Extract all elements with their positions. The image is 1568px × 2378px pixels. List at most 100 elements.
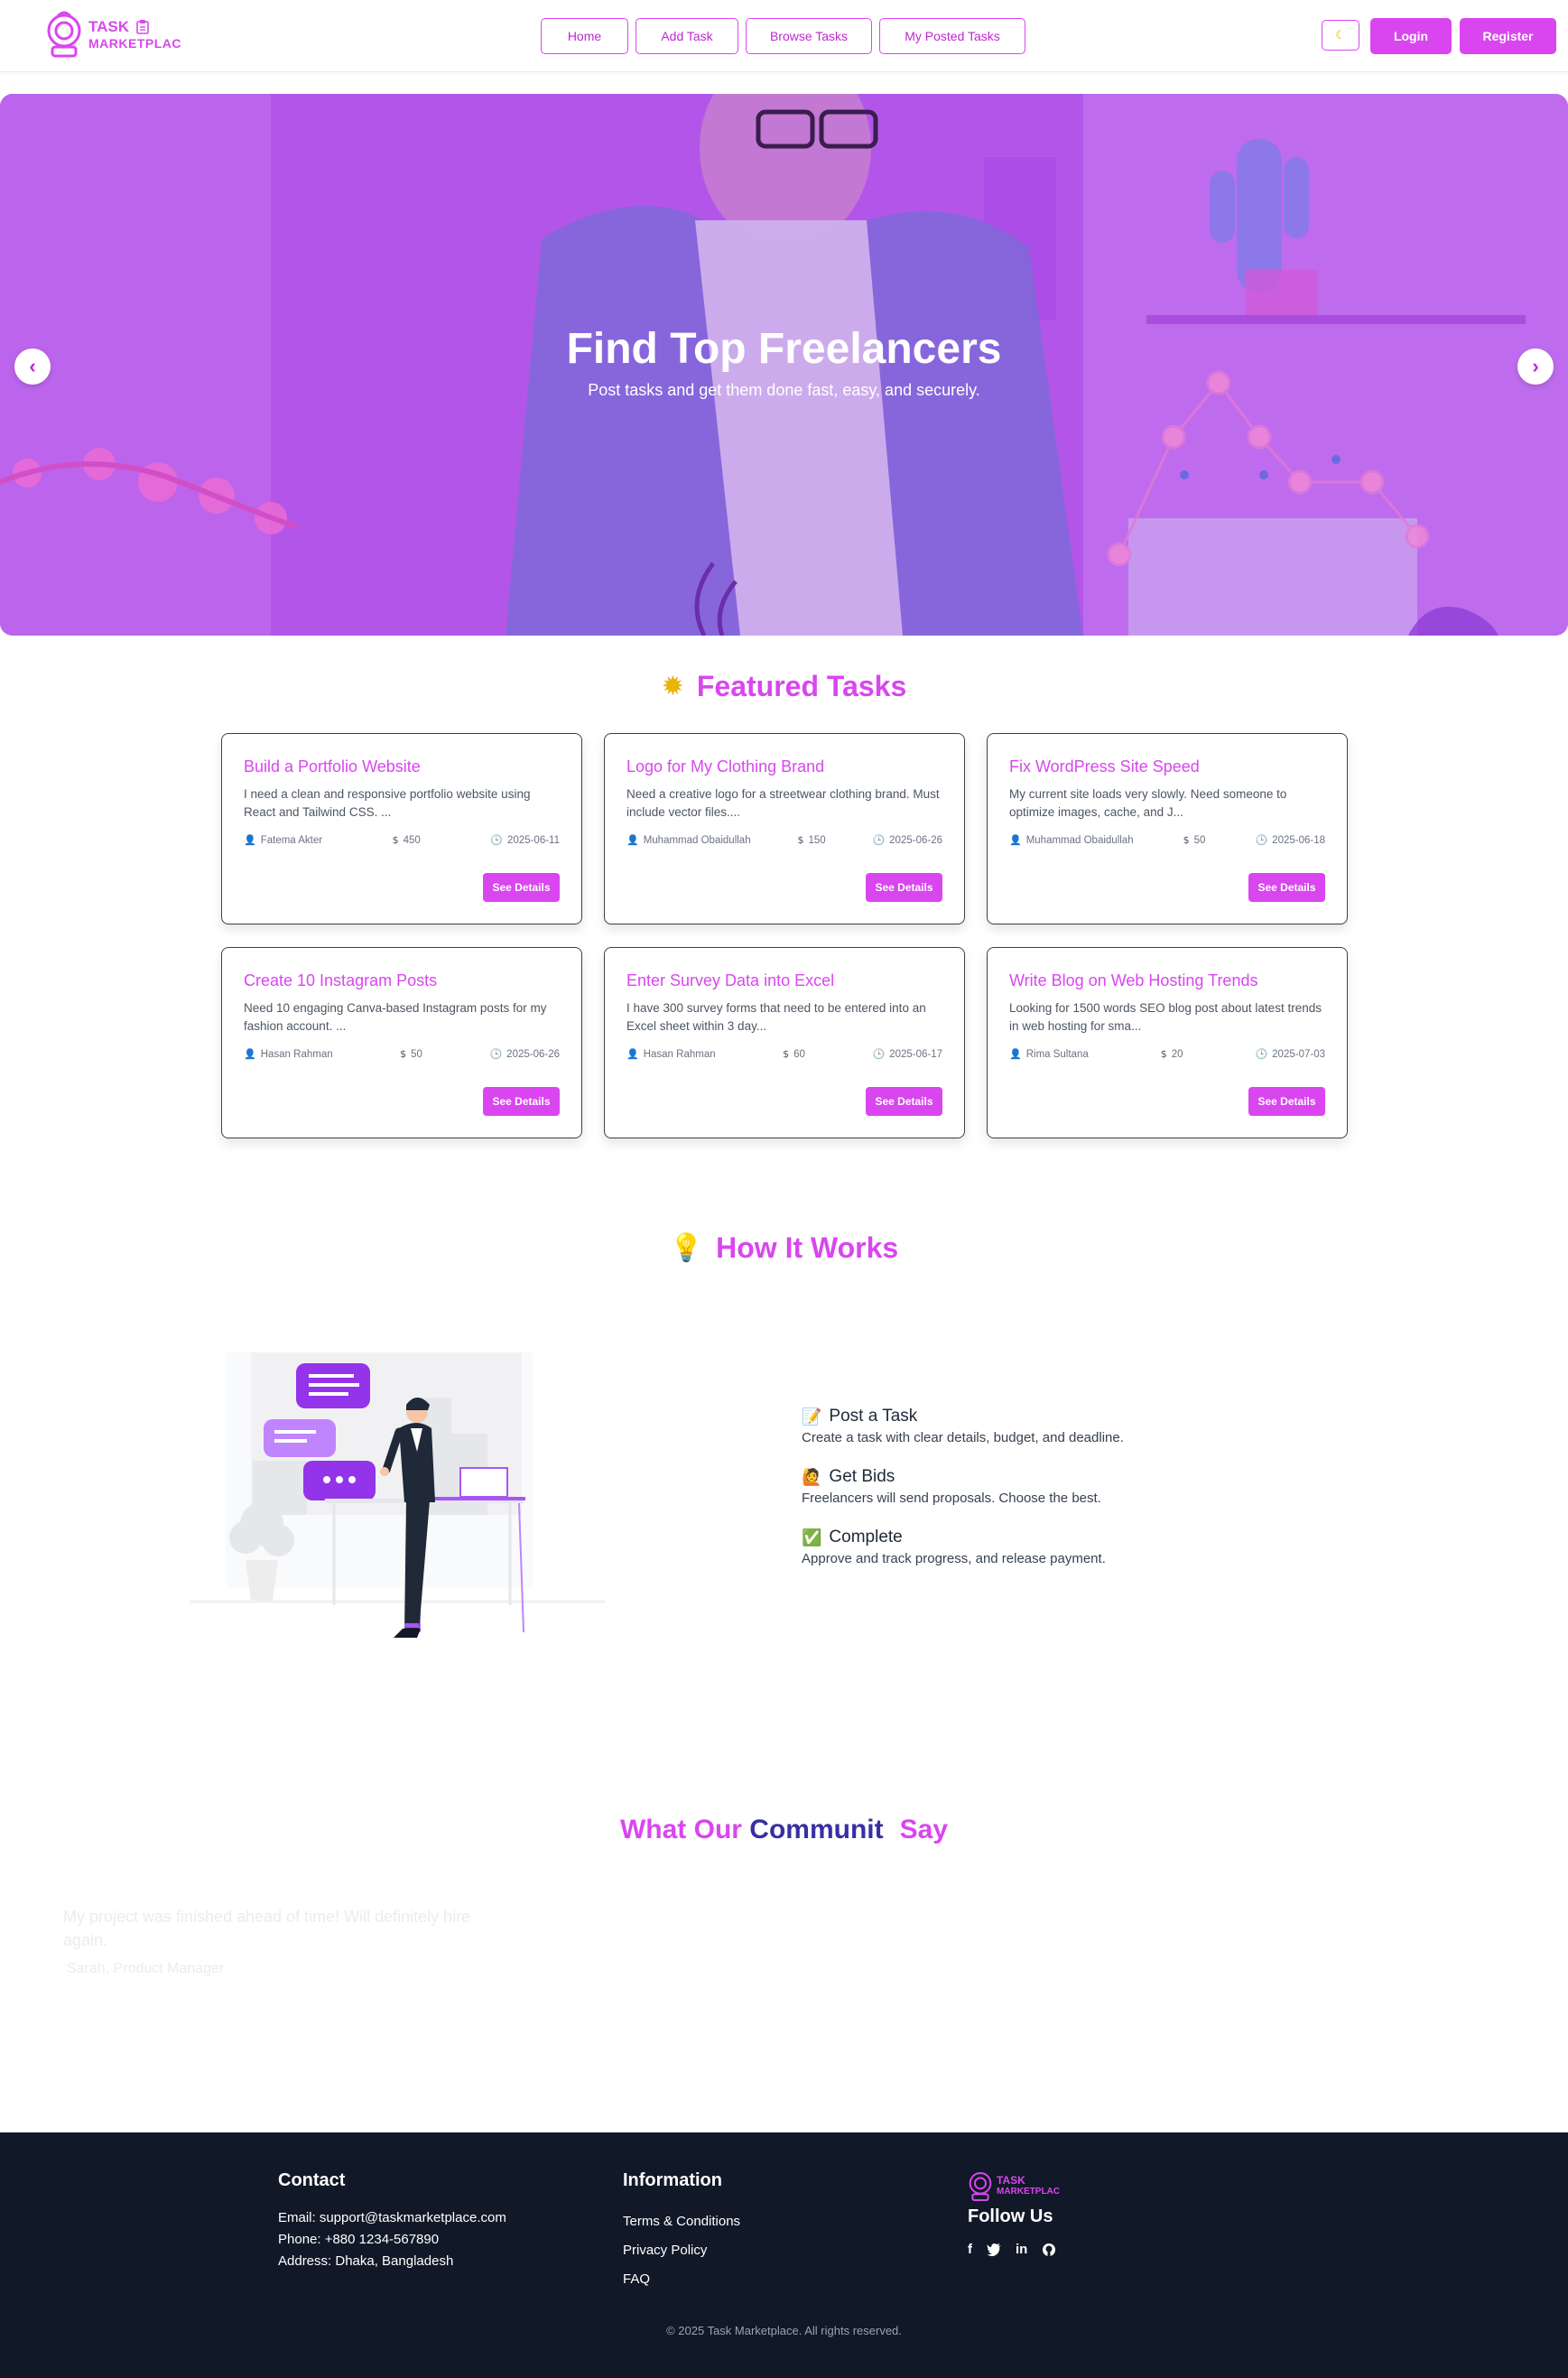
how-it-works-heading: 💡 How It Works [0, 1231, 1568, 1265]
hero-title: Find Top Freelancers [566, 325, 1002, 373]
dollar-icon: $ [1160, 1048, 1167, 1060]
step-title: Post a Task [829, 1407, 918, 1426]
clock-icon: 🕒 [872, 1048, 886, 1060]
task-budget: 60 [793, 1048, 805, 1060]
task-description: My current site loads very slowly. Need … [1009, 787, 1287, 819]
clipboard-icon [136, 19, 149, 34]
dollar-icon: $ [783, 1048, 790, 1060]
task-budget: 50 [1193, 834, 1206, 846]
task-budget: 150 [808, 834, 826, 846]
footer-logo[interactable]: TASK MARKETPLAC [968, 2169, 1060, 2203]
clock-icon: 🕒 [489, 1048, 503, 1060]
user-icon: 👤 [1009, 834, 1022, 846]
footer-link-faq[interactable]: FAQ [623, 2265, 740, 2294]
task-budget: 50 [411, 1048, 422, 1060]
hero-carousel: Find Top Freelancers Post tasks and get … [0, 94, 1568, 636]
task-author: Fatema Akter [260, 834, 323, 846]
task-deadline: 2025-06-17 [889, 1048, 942, 1060]
nav-add-task[interactable]: Add Task [636, 18, 738, 54]
task-deadline: 2025-06-26 [506, 1048, 560, 1060]
nav-home[interactable]: Home [541, 18, 628, 54]
footer-contact: Contact Email: support@taskmarketplace.c… [278, 2170, 506, 2272]
task-author: Muhammad Obaidullah [1025, 834, 1134, 846]
see-details-button[interactable]: See Details [1248, 1087, 1325, 1116]
clock-icon: 🕒 [872, 834, 886, 846]
carousel-next-button[interactable]: › [1517, 348, 1554, 385]
step-item: 📝 Post a Task Create a task with clear de… [802, 1407, 1253, 1445]
community-title-part-1: What Our [619, 1815, 750, 1844]
clock-icon: 🕒 [1255, 1048, 1268, 1060]
github-icon[interactable] [1042, 2243, 1056, 2257]
step-item: 🙋 Get Bids Freelancers will send proposal… [802, 1467, 1253, 1506]
task-title: Enter Survey Data into Excel [626, 971, 835, 989]
footer-link-privacy[interactable]: Privacy Policy [623, 2236, 740, 2265]
moon-icon: ☾ [1335, 28, 1346, 42]
task-card: Logo for My Clothing Brand Need a creati… [604, 733, 965, 924]
featured-tasks-heading: ✹ Featured Tasks [0, 670, 1568, 703]
nav-my-posted-tasks[interactable]: My Posted Tasks [879, 18, 1025, 54]
see-details-button[interactable]: See Details [866, 1087, 942, 1116]
site-logo[interactable]: TASK MARKETPLAC [45, 9, 181, 60]
lightbulb-icon: 💡 [669, 1232, 704, 1264]
nav-browse-tasks[interactable]: Browse Tasks [746, 18, 872, 54]
task-title: Fix WordPress Site Speed [1009, 757, 1200, 776]
logo-icon [47, 11, 81, 58]
step-title: Get Bids [829, 1467, 895, 1486]
task-description: I have 300 survey forms that need to be … [626, 1001, 926, 1033]
facebook-icon[interactable]: f [968, 2242, 972, 2257]
community-title-part-2: Communit [749, 1815, 884, 1844]
user-icon: 👤 [1009, 1048, 1022, 1060]
task-card: Build a Portfolio Website I need a clean… [221, 733, 582, 924]
task-deadline: 2025-06-26 [889, 834, 942, 846]
login-button[interactable]: Login [1370, 18, 1452, 54]
task-budget: 450 [403, 834, 421, 846]
dollar-icon: $ [797, 834, 804, 846]
register-button[interactable]: Register [1460, 18, 1556, 54]
clock-icon: 🕒 [1255, 834, 1268, 846]
how-it-works-illustration [190, 1352, 605, 1638]
task-title: Write Blog on Web Hosting Trends [1009, 971, 1258, 989]
step-title: Complete [829, 1528, 903, 1547]
clock-icon: 🕒 [490, 834, 504, 846]
how-it-works-steps: 📝 Post a Task Create a task with clear de… [802, 1407, 1253, 1588]
step-description: Create a task with clear details, budget… [802, 1430, 1124, 1445]
navbar: TASK MARKETPLAC Home Add Task Browse Tas… [0, 0, 1568, 72]
task-deadline: 2025-07-03 [1272, 1048, 1325, 1060]
footer: Contact Email: support@taskmarketplace.c… [0, 2132, 1568, 2378]
see-details-button[interactable]: See Details [1248, 873, 1325, 902]
footer-link-terms[interactable]: Terms & Conditions [623, 2207, 740, 2236]
sun-icon: ✹ [661, 671, 684, 702]
featured-tasks-title: Featured Tasks [696, 670, 907, 702]
step-description: Approve and track progress, and release … [802, 1551, 1106, 1566]
social-links: f in [968, 2242, 1060, 2257]
task-title: Logo for My Clothing Brand [626, 757, 825, 776]
testimonial-author: Sarah, Product Manager [67, 1961, 225, 1976]
theme-toggle-button[interactable]: ☾ [1322, 20, 1359, 51]
user-icon: 👤 [626, 1048, 639, 1060]
step-item: ✅ Complete Approve and track progress, an… [802, 1528, 1253, 1566]
task-description: I need a clean and responsive portfolio … [244, 787, 531, 819]
user-icon: 👤 [244, 1048, 256, 1060]
nav-links: Home Add Task Browse Tasks My Posted Tas… [541, 18, 1025, 54]
task-description: Need 10 engaging Canva-based Instagram p… [244, 1001, 547, 1033]
footer-follow: TASK MARKETPLAC Follow Us f in [968, 2169, 1060, 2257]
user-icon: 👤 [626, 834, 639, 846]
raising-hand-icon: 🙋 [802, 1467, 822, 1487]
community-title-part-3: Say [899, 1815, 949, 1844]
footer-information: Information Terms & Conditions Privacy P… [623, 2170, 740, 2294]
see-details-button[interactable]: See Details [866, 873, 942, 902]
brand-line-1: TASK [88, 17, 130, 35]
footer-follow-title: Follow Us [968, 2206, 1053, 2226]
task-description: Need a creative logo for a streetwear cl… [626, 787, 940, 819]
twitter-icon[interactable] [987, 2243, 1001, 2256]
see-details-button[interactable]: See Details [483, 873, 560, 902]
hero-subtitle: Post tasks and get them done fast, easy,… [588, 381, 980, 399]
carousel-prev-button[interactable]: ‹ [14, 348, 51, 385]
footer-brand-line-2: MARKETPLAC [997, 2187, 1060, 2197]
task-author: Hasan Rahman [260, 1048, 333, 1060]
see-details-button[interactable]: See Details [483, 1087, 560, 1116]
linkedin-icon[interactable]: in [1016, 2242, 1027, 2257]
community-heading: What Our Communit Say [0, 1815, 1568, 1845]
step-description: Freelancers will send proposals. Choose … [802, 1491, 1101, 1506]
chevron-left-icon: ‹ [29, 355, 36, 377]
